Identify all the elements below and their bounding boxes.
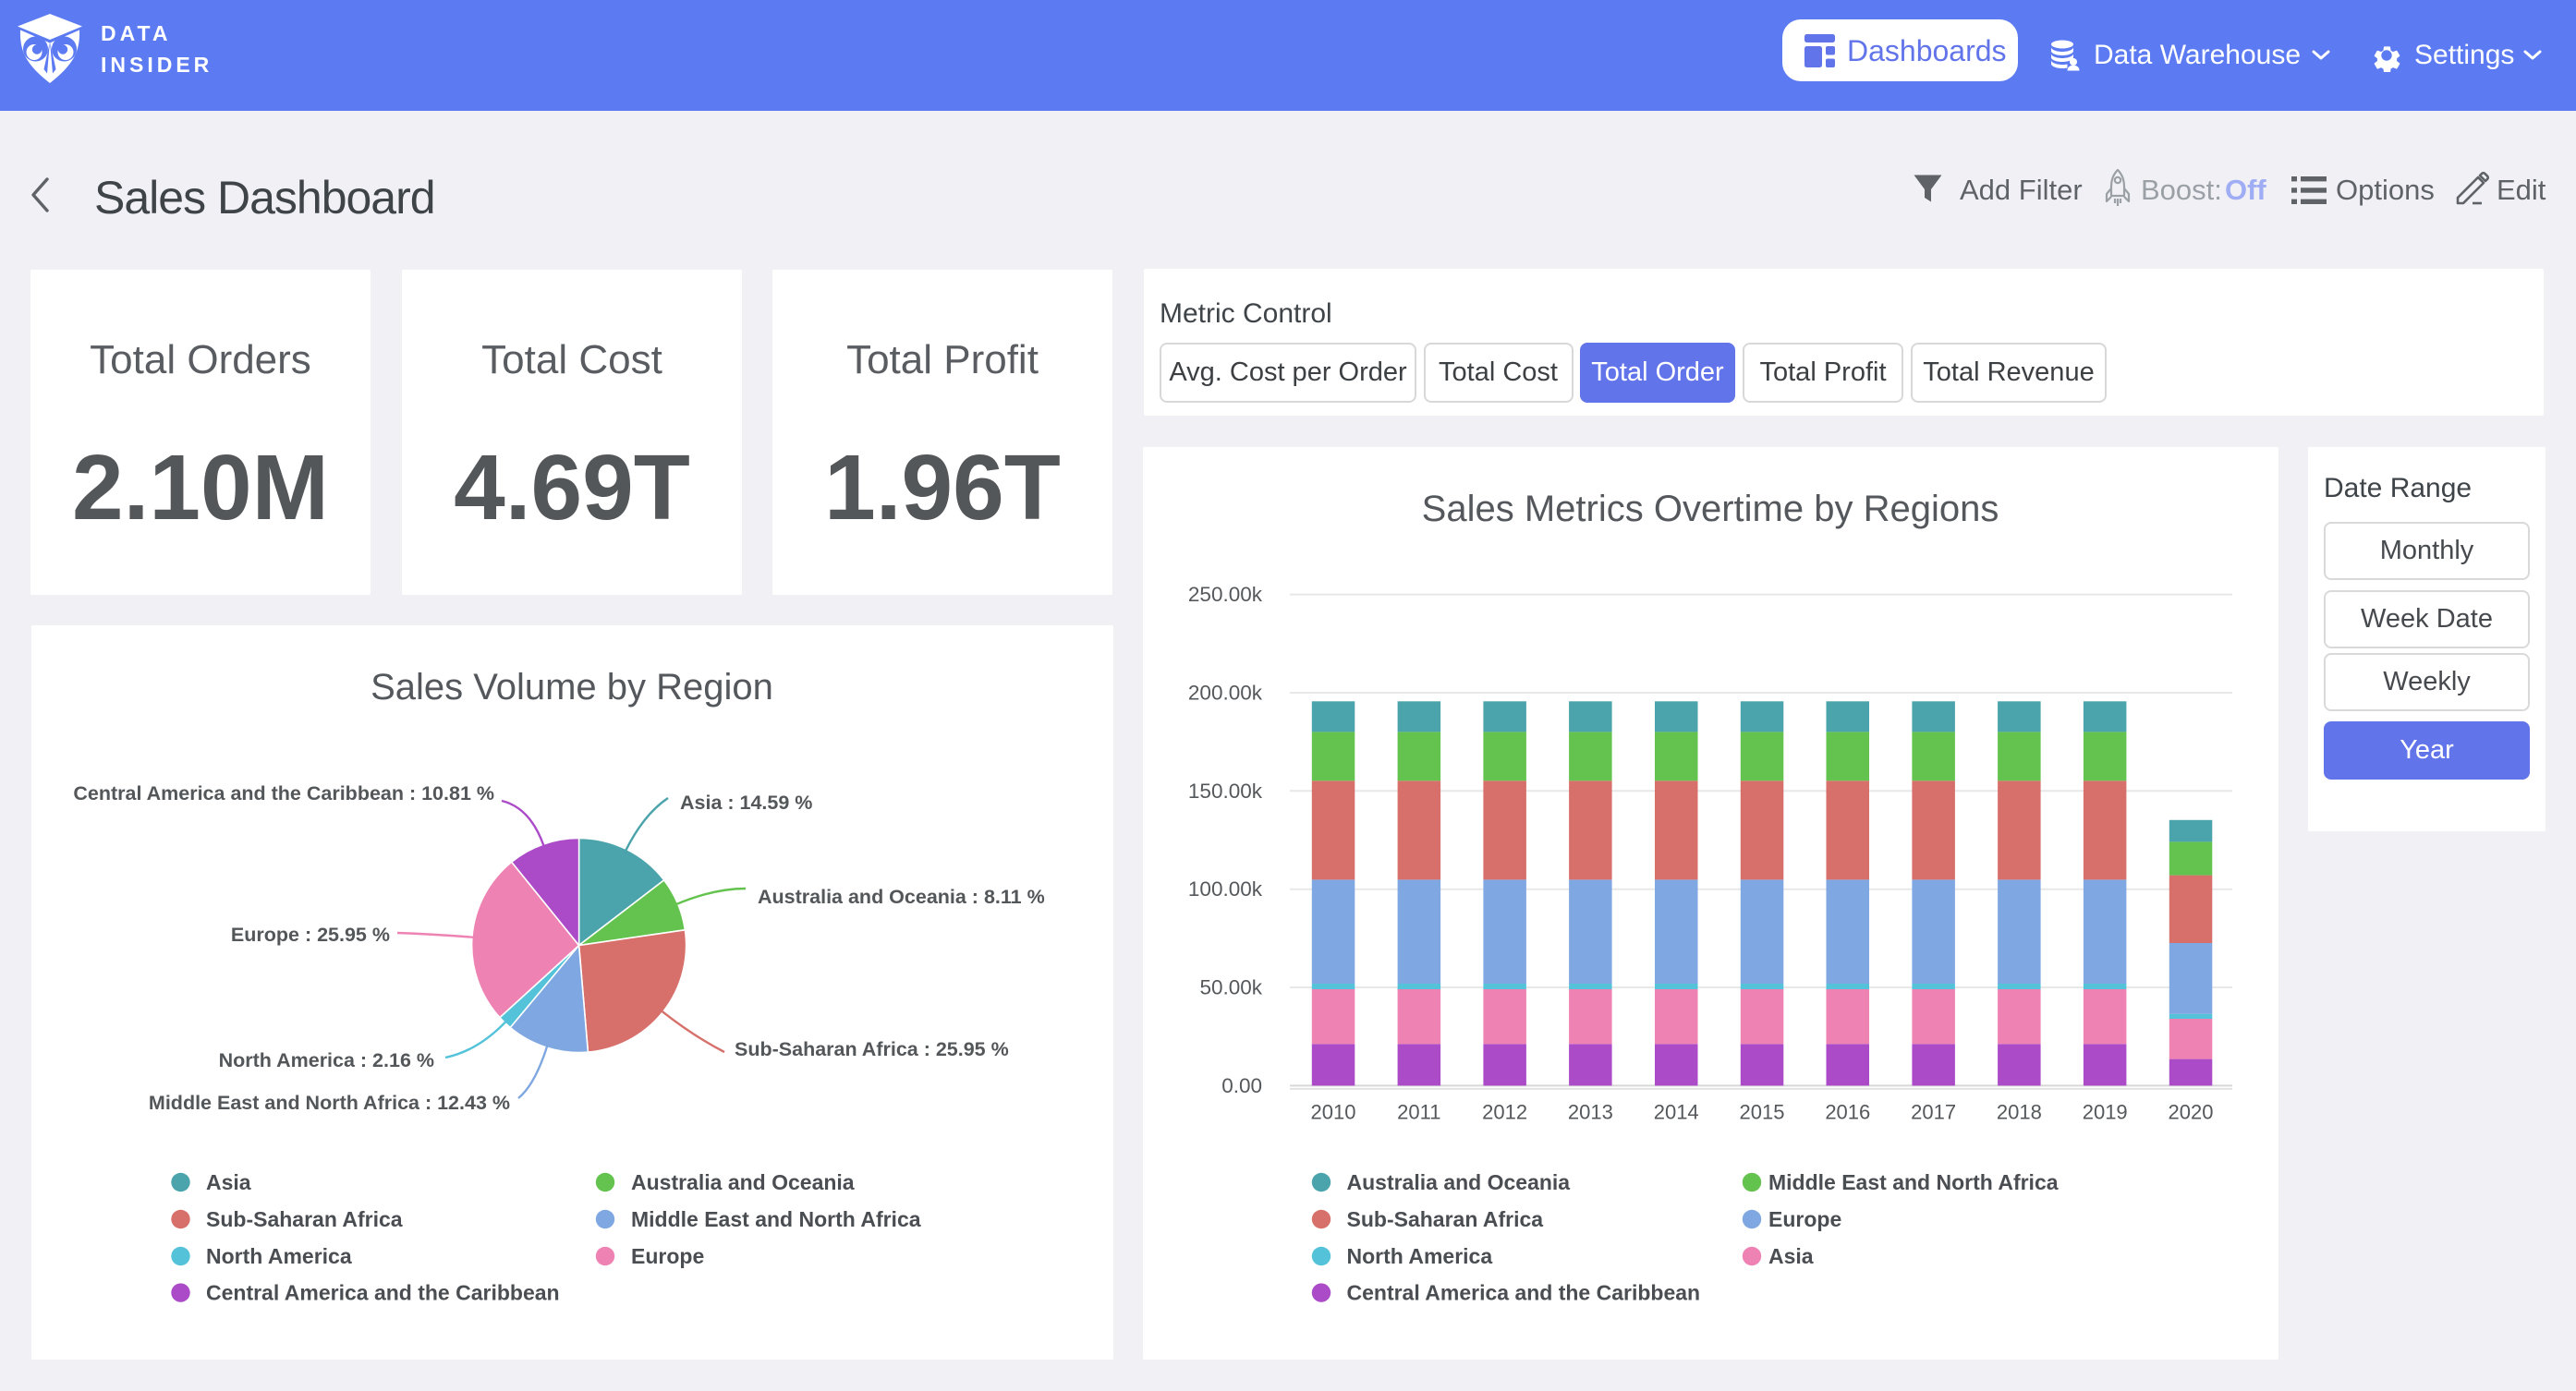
svg-text:2015: 2015: [1740, 1100, 1785, 1123]
svg-text:Australia and Oceania: Australia and Oceania: [1347, 1170, 1571, 1194]
svg-text:Asia: Asia: [206, 1170, 251, 1194]
svg-text:Sub-Saharan Africa: Sub-Saharan Africa: [206, 1207, 403, 1231]
svg-text:2010: 2010: [1311, 1100, 1356, 1123]
svg-text:Sub-Saharan Africa : 25.95 %: Sub-Saharan Africa : 25.95 %: [735, 1038, 1009, 1060]
svg-text:2011: 2011: [1397, 1100, 1440, 1123]
svg-text:Central America and the Caribb: Central America and the Caribbean: [206, 1281, 560, 1305]
svg-text:Sub-Saharan Africa: Sub-Saharan Africa: [1347, 1207, 1544, 1231]
svg-text:2017: 2017: [1911, 1100, 1956, 1123]
svg-text:Australia and Oceania : 8.11 %: Australia and Oceania : 8.11 %: [758, 886, 1045, 908]
svg-text:2018: 2018: [1997, 1100, 2042, 1123]
svg-text:2013: 2013: [1568, 1100, 1613, 1123]
svg-text:0.00: 0.00: [1221, 1074, 1262, 1097]
svg-text:Central America and the Caribb: Central America and the Caribbean : 10.8…: [73, 782, 494, 804]
svg-text:Middle East and North Africa :: Middle East and North Africa : 12.43 %: [149, 1092, 510, 1114]
svg-text:150.00k: 150.00k: [1188, 780, 1263, 803]
svg-text:Middle East and North Africa: Middle East and North Africa: [1768, 1170, 2059, 1194]
svg-text:2020: 2020: [2169, 1100, 2214, 1123]
svg-text:Asia: Asia: [1768, 1244, 1814, 1268]
svg-text:Central America and the Caribb: Central America and the Caribbean: [1347, 1281, 1701, 1305]
svg-text:Europe : 25.95 %: Europe : 25.95 %: [231, 924, 390, 946]
svg-text:2014: 2014: [1654, 1100, 1699, 1123]
svg-text:200.00k: 200.00k: [1188, 682, 1263, 705]
svg-text:North America: North America: [1347, 1244, 1493, 1268]
svg-text:2019: 2019: [2083, 1100, 2128, 1123]
svg-text:North America : 2.16 %: North America : 2.16 %: [219, 1049, 434, 1071]
svg-text:Asia : 14.59 %: Asia : 14.59 %: [680, 792, 812, 814]
svg-text:North America: North America: [206, 1244, 352, 1268]
svg-text:Australia and Oceania: Australia and Oceania: [631, 1170, 855, 1194]
svg-text:250.00k: 250.00k: [1188, 583, 1263, 606]
svg-text:Europe: Europe: [631, 1244, 704, 1268]
svg-text:100.00k: 100.00k: [1188, 877, 1263, 901]
svg-text:Europe: Europe: [1768, 1207, 1841, 1231]
svg-text:Sales Volume by Region: Sales Volume by Region: [371, 667, 773, 708]
svg-text:Sales Metrics Overtime by Regi: Sales Metrics Overtime by Regions: [1422, 489, 1999, 529]
svg-text:Middle East and North Africa: Middle East and North Africa: [631, 1207, 921, 1231]
svg-text:50.00k: 50.00k: [1199, 976, 1262, 999]
svg-text:2016: 2016: [1825, 1100, 1870, 1123]
svg-text:2012: 2012: [1482, 1100, 1527, 1123]
